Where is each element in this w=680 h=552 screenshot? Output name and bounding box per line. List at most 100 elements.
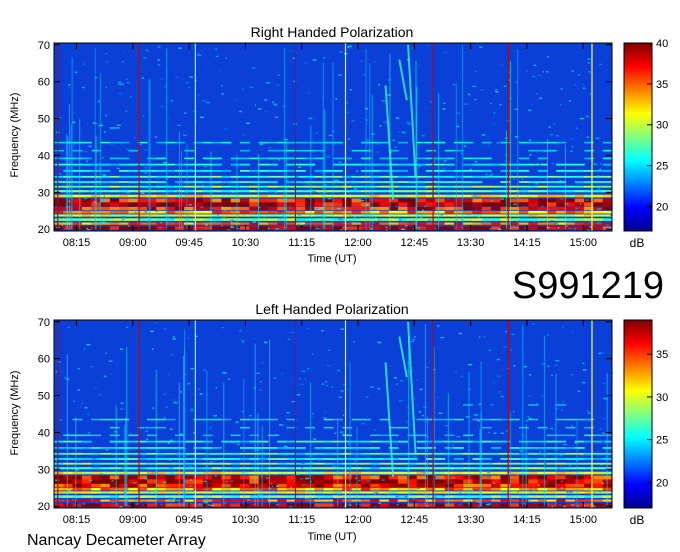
band-segment xyxy=(528,452,539,455)
band-segment xyxy=(574,462,585,465)
speckle xyxy=(169,467,173,469)
band-segment xyxy=(249,222,260,225)
band-segment xyxy=(267,194,278,198)
band-segment xyxy=(537,499,548,502)
speckle xyxy=(153,322,158,324)
band-segment xyxy=(333,163,343,166)
speckle xyxy=(383,121,387,123)
speckle xyxy=(215,55,219,58)
speckle xyxy=(475,70,476,73)
band-segment xyxy=(574,163,585,166)
speckle xyxy=(180,391,182,393)
band-segment xyxy=(63,475,74,480)
band-segment xyxy=(147,483,157,488)
band-segment xyxy=(100,418,111,421)
band-segment xyxy=(574,491,585,494)
speckle xyxy=(493,432,497,434)
speckle xyxy=(205,68,207,70)
speckle xyxy=(551,374,553,377)
colorbar-tick-label: 20 xyxy=(656,201,668,213)
band-segment xyxy=(556,471,567,475)
band-segment xyxy=(109,198,120,203)
band-segment xyxy=(258,210,269,214)
band-segment xyxy=(119,157,129,160)
x-tick-label: 14:15 xyxy=(513,237,541,249)
speckle xyxy=(587,410,590,412)
band-segment xyxy=(370,452,381,455)
band-segment xyxy=(202,418,213,421)
speckle xyxy=(347,211,349,214)
band-segment xyxy=(109,471,120,475)
speckle xyxy=(188,169,193,171)
speckle xyxy=(447,198,449,200)
speckle xyxy=(198,505,203,507)
band-segment xyxy=(314,499,325,502)
band-segment xyxy=(109,190,120,193)
band-segment xyxy=(556,206,567,211)
band-segment xyxy=(202,471,213,475)
speckle xyxy=(583,157,586,159)
band-segment xyxy=(519,491,529,494)
speckle xyxy=(327,365,331,367)
band-segment xyxy=(574,458,585,460)
speckle xyxy=(317,505,321,508)
speckle xyxy=(385,226,388,228)
band-segment xyxy=(240,206,250,211)
band-segment xyxy=(435,206,446,211)
band-segment xyxy=(184,467,195,470)
band-segment xyxy=(500,475,511,480)
speckle xyxy=(106,449,109,451)
band-segment xyxy=(546,194,557,198)
speckle xyxy=(274,116,279,119)
band-segment xyxy=(416,206,427,211)
speckle xyxy=(568,227,572,230)
band-segment xyxy=(81,185,92,188)
band-segment xyxy=(565,452,576,455)
speckle xyxy=(163,328,167,330)
speckle xyxy=(69,465,74,467)
band-segment xyxy=(212,226,222,230)
band-segment xyxy=(537,426,548,429)
band-segment xyxy=(100,163,111,166)
band-segment xyxy=(212,499,222,502)
band-segment xyxy=(435,479,446,484)
band-segment xyxy=(72,491,83,494)
band-segment xyxy=(491,163,501,166)
speckle xyxy=(55,479,60,481)
band-segment xyxy=(230,175,241,178)
band-segment xyxy=(398,206,408,211)
speckle xyxy=(395,205,399,208)
band-segment xyxy=(230,210,241,214)
band-segment xyxy=(491,202,501,207)
band-segment xyxy=(109,475,120,480)
band-segment xyxy=(398,202,408,207)
speckle xyxy=(331,386,334,388)
speckle xyxy=(88,479,93,481)
band-segment xyxy=(574,222,585,225)
x-tick-label: 14:15 xyxy=(513,514,541,526)
band-segment xyxy=(81,452,92,455)
band-segment xyxy=(500,418,511,421)
band-segment xyxy=(537,218,548,221)
colorbar: 2025303540 xyxy=(623,38,668,232)
band-segment xyxy=(128,181,139,183)
speckle xyxy=(577,390,581,392)
colorbar-tick-label: 35 xyxy=(656,349,668,361)
band-segment xyxy=(54,214,64,217)
speckle xyxy=(307,183,309,185)
band-segment xyxy=(491,210,501,214)
speckle xyxy=(353,341,355,343)
band-segment xyxy=(602,175,613,178)
speckle xyxy=(338,74,342,76)
speckle xyxy=(197,52,199,55)
band-segment xyxy=(574,467,585,470)
speckle xyxy=(472,85,477,88)
speckle xyxy=(143,57,147,59)
band-segment xyxy=(593,458,604,460)
band-segment xyxy=(240,447,250,449)
speckle xyxy=(99,124,104,126)
speckle xyxy=(561,409,563,411)
band-segment xyxy=(379,503,390,507)
band-segment xyxy=(81,475,92,480)
speckle xyxy=(528,109,532,111)
